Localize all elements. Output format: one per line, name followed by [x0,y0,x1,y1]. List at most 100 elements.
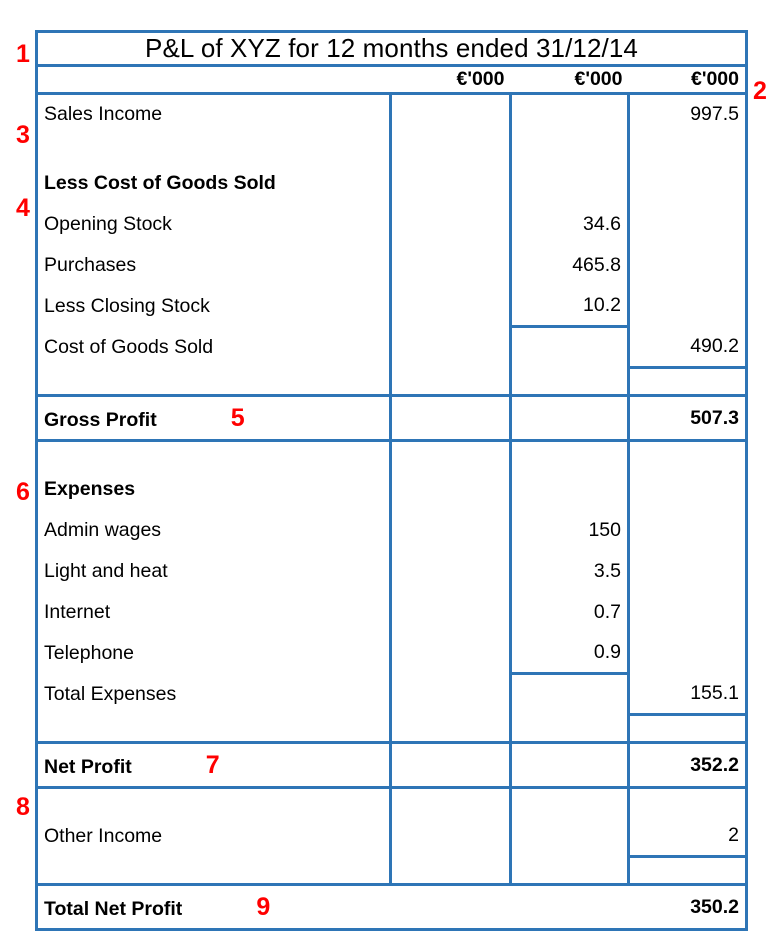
light-and-heat-label: Light and heat [35,550,391,592]
net-profit-col1 [389,742,511,789]
spacer4-col2 [509,714,629,744]
telephone-col2: 0.9 [509,632,629,675]
spacer6-label [35,856,391,886]
spacer4-col1 [389,714,511,744]
spacer5-col2 [509,787,629,816]
spacer1-col1 [389,134,511,163]
total-expenses-col1 [389,673,511,715]
other-income-col1 [389,815,511,857]
opening-stock-col3 [627,203,748,245]
row-other-income: Other Income 2 [35,815,748,858]
spacer2-col3 [627,367,748,397]
spacer1-col2 [509,134,629,163]
expenses-heading-label: Expenses [35,468,391,510]
row-spacer-6 [35,856,748,886]
admin-wages-col2: 150 [509,509,629,551]
row-less-closing-stock: Less Closing Stock 10.2 [35,285,748,328]
row-cost-of-goods-sold: Cost of Goods Sold 490.2 [35,326,748,369]
spacer4-col3 [627,714,748,744]
row-cogs-heading: Less Cost of Goods Sold [35,162,748,204]
admin-wages-label: Admin wages [35,509,391,551]
cost-of-goods-sold-col1 [389,326,511,368]
total-expenses-col2 [509,673,629,715]
annotation-8: 8 [16,793,30,821]
annotation-6: 6 [16,478,30,506]
opening-stock-label: Opening Stock [35,203,391,245]
spacer4-label [35,714,391,744]
spacer3-label [35,440,391,469]
telephone-label: Telephone [35,632,391,674]
row-spacer-2 [35,367,748,397]
spacer5-col1 [389,787,511,816]
document-title: P&L of XYZ for 12 months ended 31/12/14 [35,30,748,67]
less-closing-stock-col1 [389,285,511,327]
total-net-profit-label: Total Net Profit [44,897,183,920]
internet-col3 [627,591,748,633]
row-sales-income: Sales Income 997.5 [35,93,748,135]
internet-col2: 0.7 [509,591,629,633]
currency-header-row: €'000 €'000 €'000 [35,65,748,95]
cogs-heading-col2 [509,162,629,204]
row-spacer-3 [35,440,748,469]
other-income-col2 [509,815,629,857]
row-gross-profit: Gross Profit 5 507.3 [35,395,748,442]
spacer5-col3 [627,787,748,816]
internet-col1 [389,591,511,633]
admin-wages-col3 [627,509,748,551]
less-closing-stock-label: Less Closing Stock [35,285,391,327]
gross-profit-col1 [389,395,511,442]
spacer3-col2 [509,440,629,469]
spacer1-col3 [627,134,748,163]
currency-header-col1: €'000 [390,65,511,95]
spacer1-label [35,134,391,163]
spacer6-col3 [627,856,748,886]
row-expenses-heading: Expenses [35,468,748,510]
annotation-5: 5 [230,403,245,432]
net-profit-label-cell: Net Profit 7 [35,742,391,789]
gross-profit-col3: 507.3 [627,395,748,442]
total-expenses-col3: 155.1 [627,673,748,716]
expenses-heading-col1 [389,468,511,510]
opening-stock-col2: 34.6 [509,203,629,245]
spacer3-col3 [627,440,748,469]
cost-of-goods-sold-label: Cost of Goods Sold [35,326,391,368]
currency-header-col2: €'000 [510,65,629,95]
spacer2-label [35,367,391,397]
less-closing-stock-col2: 10.2 [509,285,629,328]
annotation-2: 2 [753,77,767,105]
header-blank-cell [35,65,391,95]
expenses-heading-col2 [509,468,629,510]
spacer2-col1 [389,367,511,397]
row-total-expenses: Total Expenses 155.1 [35,673,748,716]
less-closing-stock-col3 [627,285,748,327]
spacer6-col2 [509,856,629,886]
sales-income-col3: 997.5 [627,93,748,135]
cogs-heading-col1 [389,162,511,204]
other-income-col3: 2 [627,815,748,858]
profit-and-loss-sheet: 1 3 4 6 8 2 P&L of XYZ for 12 months end… [0,0,779,931]
purchases-label: Purchases [35,244,391,286]
spacer6-col1 [389,856,511,886]
light-and-heat-col1 [389,550,511,592]
row-spacer-1 [35,134,748,163]
spacer3-col1 [389,440,511,469]
row-purchases: Purchases 465.8 [35,244,748,286]
sales-income-col2 [509,93,629,135]
annotation-9: 9 [256,892,271,921]
purchases-col3 [627,244,748,286]
telephone-col3 [627,632,748,674]
row-net-profit: Net Profit 7 352.2 [35,742,748,789]
title-row: P&L of XYZ for 12 months ended 31/12/14 [35,30,748,67]
row-telephone: Telephone 0.9 [35,632,748,675]
sales-income-label: Sales Income [35,93,391,135]
cogs-heading-col3 [627,162,748,204]
light-and-heat-col2: 3.5 [509,550,629,592]
cost-of-goods-sold-col3: 490.2 [627,326,748,369]
annotation-7: 7 [205,750,220,779]
gross-profit-label-cell: Gross Profit 5 [35,395,391,442]
gross-profit-label: Gross Profit [44,408,157,431]
telephone-col1 [389,632,511,674]
expenses-heading-col3 [627,468,748,510]
spacer2-col2 [509,367,629,397]
admin-wages-col1 [389,509,511,551]
